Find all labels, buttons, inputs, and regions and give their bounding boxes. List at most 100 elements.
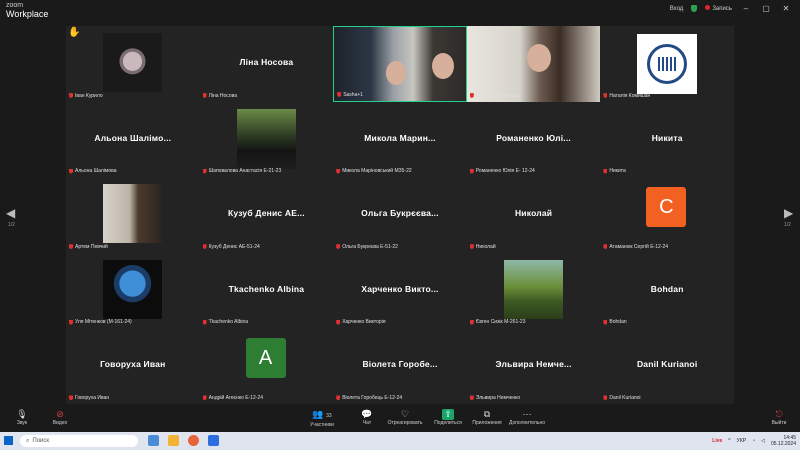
participant-tile[interactable]: Sasha+1 — [333, 26, 467, 102]
react-label: Отреагировать — [387, 420, 423, 426]
muted-mic-icon — [202, 395, 207, 401]
muted-mic-icon — [336, 168, 341, 174]
participants-button[interactable]: 👥 33 Участники — [302, 409, 342, 428]
share-button[interactable]: ⇪ Поделиться — [428, 409, 468, 426]
participant-tile[interactable]: Danil Kurianoi Danil Kurianoi — [600, 328, 734, 404]
muted-mic-icon — [202, 168, 207, 174]
participant-tile[interactable]: A Андрій Агеєнко Е-12-24 — [199, 328, 334, 404]
participant-name-label: Ліна Носова — [202, 93, 237, 99]
chevron-up-icon[interactable]: ^ — [728, 438, 730, 444]
participant-tile[interactable]: Наталя Гаврієнова — [466, 26, 601, 102]
participant-name-label: Никита — [603, 168, 626, 174]
firefox-icon[interactable] — [188, 435, 199, 446]
participant-tile[interactable]: Николай Николай — [466, 177, 601, 253]
participant-label-text: Уля Мітенков (М-161-24) — [75, 319, 132, 326]
react-button[interactable]: ♡ Отреагировать — [385, 409, 425, 426]
audio-label: Звук — [16, 420, 28, 426]
apps-label: Приложения — [472, 420, 502, 426]
language-indicator[interactable]: УКР — [737, 438, 746, 444]
muted-mic-icon — [69, 244, 73, 250]
microphone-icon: 🎙 — [16, 409, 28, 419]
participant-tile[interactable]: Шаповалова Анастасія Е-21-23 — [199, 101, 334, 178]
leave-label: Выйти — [771, 420, 787, 426]
leave-button[interactable]: ⎋ Выйти — [759, 409, 799, 426]
prev-page-arrow-icon[interactable]: ◀ — [6, 206, 15, 220]
windows-start-icon[interactable] — [4, 436, 13, 445]
participant-tile[interactable]: Ольга Букрєєва... Ольга Букреєва Е-51-22 — [333, 177, 467, 253]
participant-label-text: Sasha+1 — [343, 91, 364, 98]
chat-icon: 💬 — [361, 409, 373, 419]
participant-tile[interactable]: Tkachenko Albina Tkachenko Albina — [199, 252, 334, 329]
muted-mic-icon — [336, 319, 341, 325]
participant-tile[interactable]: Євген Сизік М-261-23 — [466, 252, 601, 329]
participants-label: Участники — [310, 422, 334, 428]
video-button[interactable]: ⊘ Видео — [40, 409, 80, 426]
participant-tile[interactable]: Іван Курило — [66, 26, 200, 102]
participant-tile[interactable]: Микола Марин... Микола Маріновський МЗ5-2… — [333, 101, 467, 178]
participant-tile[interactable]: Артем Певчий — [66, 177, 200, 253]
participant-label-text: Ольга Букреєва Е-51-22 — [342, 243, 398, 250]
chat-label: Чат — [362, 420, 372, 426]
muted-mic-icon — [603, 319, 608, 325]
sign-in-link[interactable]: Вход — [670, 6, 684, 12]
live-badge[interactable]: Live — [712, 438, 722, 444]
participant-photo — [103, 33, 162, 92]
zoom-taskbar-icon[interactable] — [208, 435, 219, 446]
participant-tile[interactable]: Ліна Носова Ліна Носова — [199, 26, 334, 102]
apps-button[interactable]: ⧉ Приложения — [467, 409, 507, 426]
title-bar: zoom Workplace Вход Запись – ▢ ✕ — [0, 0, 800, 20]
participant-label-text: Bohdan — [609, 319, 627, 326]
participant-label-text: Харченко Викторія — [342, 319, 386, 326]
muted-mic-icon — [469, 319, 474, 325]
muted-mic-icon — [603, 395, 608, 401]
participant-tile[interactable]: Эльвира Немче... Эльвира Немченко — [466, 328, 601, 404]
logo-bottom-text: Workplace — [6, 9, 49, 19]
participant-label-text: Эльвира Немченко — [475, 394, 521, 401]
participant-tile[interactable]: Уля Мітенков (М-161-24) — [66, 252, 200, 329]
participant-tile[interactable]: Альона Шалімо... Альона Шалімова — [66, 101, 200, 178]
minimize-icon[interactable]: – — [740, 4, 752, 13]
participant-tile[interactable]: Кузуб Денис АЕ... Кузуб Денис АЕ-51-24 — [199, 177, 334, 253]
participant-label-text: Кузуб Денис АЕ-51-24 — [208, 243, 260, 250]
participant-tile[interactable]: Харченко Викто... Харченко Викторія — [333, 252, 467, 329]
file-explorer-icon[interactable] — [168, 435, 179, 446]
close-icon[interactable]: ✕ — [780, 4, 792, 13]
taskbar-search-input[interactable]: ⌕ Поиск — [20, 435, 138, 447]
share-screen-icon: ⇪ — [442, 409, 454, 420]
muted-mic-icon — [603, 168, 608, 174]
wifi-icon[interactable]: ◔ — [752, 438, 755, 444]
volume-icon[interactable]: ◁ — [761, 438, 765, 444]
muted-mic-icon — [603, 93, 608, 99]
muted-mic-icon — [469, 93, 474, 99]
participant-name-label: Микола Маріновський МЗ5-22 — [336, 168, 412, 174]
participant-tile[interactable]: Говоруха Иван Говоруха Иван — [66, 328, 200, 404]
next-page-arrow-icon[interactable]: ▶ — [784, 206, 793, 220]
participant-display-name: Кузуб Денис АЕ... — [227, 208, 305, 219]
participant-tile[interactable]: Романенко Юлі... Романенко Юлія Е- 12-24 — [466, 101, 601, 178]
participant-tile[interactable]: Bohdan Bohdan — [600, 252, 734, 329]
participant-name-label: Эльвира Немченко — [469, 394, 521, 401]
recording-indicator[interactable]: Запись — [705, 5, 732, 12]
page-indicator-right: 1/2 — [784, 222, 791, 228]
zoom-logo: zoom Workplace — [6, 2, 49, 19]
participant-tile[interactable]: Віолета Горобе... Віолета Горобець Е-12-2… — [333, 328, 467, 404]
participant-label-text: Андрій Агеєнко Е-12-24 — [208, 394, 264, 401]
participant-name-label: Альона Шалімова — [69, 168, 117, 174]
participant-name-label: Николай — [469, 244, 496, 250]
chat-button[interactable]: 💬 Чат — [347, 409, 387, 426]
participant-name-label: Шаповалова Анастасія Е-21-23 — [202, 168, 281, 174]
participant-tile[interactable]: Никита Никита — [600, 101, 734, 178]
clock[interactable]: 14:45 05.12.2024 — [771, 435, 796, 447]
taskbar-app-icon[interactable] — [148, 435, 159, 446]
leave-icon: ⎋ — [775, 409, 783, 419]
participant-display-name: Эльвира Немче... — [495, 359, 572, 370]
participant-tile[interactable]: C Атаманюк Сергій Е-12-24 — [600, 177, 734, 253]
maximize-icon[interactable]: ▢ — [760, 4, 772, 13]
participant-tile[interactable]: Наталія Комишан — [600, 26, 734, 102]
muted-mic-icon — [69, 319, 73, 325]
clock-date: 05.12.2024 — [770, 441, 796, 447]
muted-mic-icon — [469, 244, 474, 250]
shield-icon[interactable] — [691, 5, 698, 12]
audio-button[interactable]: 🎙 Звук — [2, 409, 42, 426]
more-button[interactable]: ⋯ Дополнительно — [507, 409, 547, 426]
